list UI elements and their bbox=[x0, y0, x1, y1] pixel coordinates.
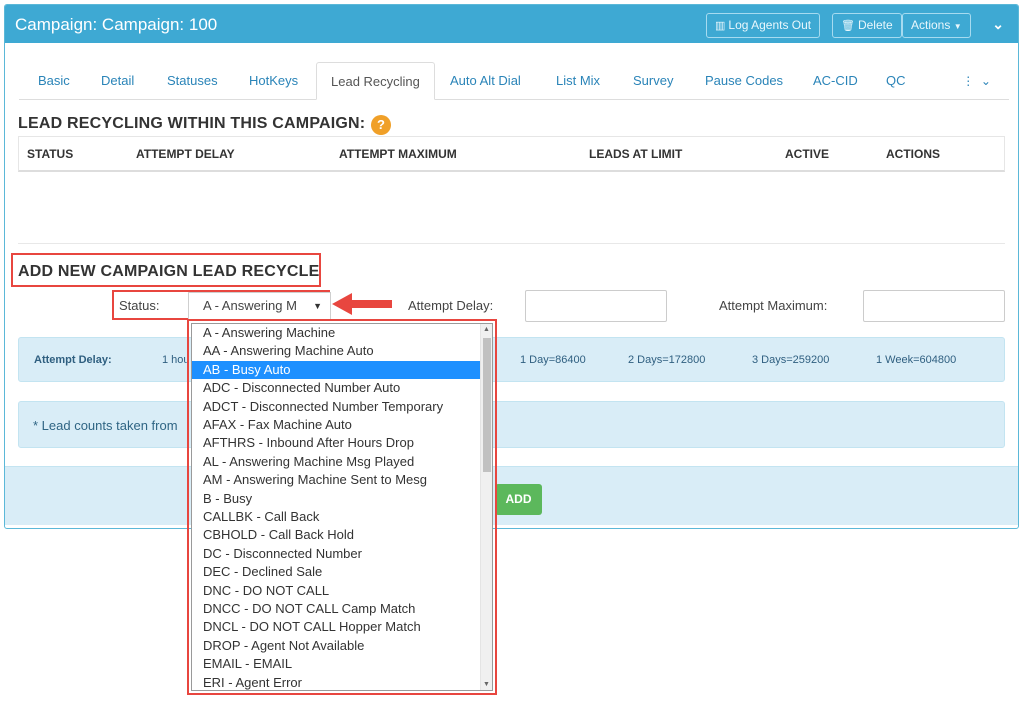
tab-ac-cid[interactable]: AC-CID bbox=[799, 62, 872, 100]
dropdown-option[interactable]: AA - Answering Machine Auto bbox=[192, 342, 480, 360]
tab-qc[interactable]: QC bbox=[872, 62, 920, 100]
col-actions: ACTIONS bbox=[886, 147, 940, 161]
lead-count-note: * Lead counts taken from bbox=[18, 401, 1005, 448]
lead-recycling-table: STATUS ATTEMPT DELAY ATTEMPT MAXIMUM LEA… bbox=[18, 136, 1005, 172]
section-add-recycle-title: ADD NEW CAMPAIGN LEAD RECYCLE bbox=[18, 263, 320, 280]
attempt-delay-info: Attempt Delay: 1 hou 1 Day=86400 2 Days=… bbox=[18, 337, 1005, 382]
dropdown-option[interactable]: EMAIL - EMAIL bbox=[192, 655, 480, 673]
dropdown-option[interactable]: B - Busy bbox=[192, 490, 480, 508]
dropdown-option[interactable]: ADC - Disconnected Number Auto bbox=[192, 379, 480, 397]
dropdown-option[interactable]: AFTHRS - Inbound After Hours Drop bbox=[192, 434, 480, 452]
col-attempt-maximum: ATTEMPT MAXIMUM bbox=[339, 147, 457, 161]
attempt-maximum-label: Attempt Maximum: bbox=[719, 298, 828, 313]
info-partial: 1 hou bbox=[162, 354, 190, 366]
dropdown-option[interactable]: ADCT - Disconnected Number Temporary bbox=[192, 398, 480, 416]
dropdown-option[interactable]: DNC - DO NOT CALL bbox=[192, 582, 480, 600]
dropdown-option[interactable]: CALLBK - Call Back bbox=[192, 508, 480, 526]
info-option: 1 Week=604800 bbox=[876, 354, 957, 366]
col-status: STATUS bbox=[27, 147, 74, 161]
info-option: 1 Day=86400 bbox=[520, 354, 586, 366]
dropdown-option[interactable]: ERI - Agent Error bbox=[192, 674, 480, 690]
tab-hotkeys[interactable]: HotKeys bbox=[235, 62, 312, 100]
tab-statuses[interactable]: Statuses bbox=[153, 62, 232, 100]
dropdown-option[interactable]: DROP - Agent Not Available bbox=[192, 637, 480, 655]
status-dropdown-list[interactable]: A - Answering Machine AA - Answering Mac… bbox=[191, 323, 493, 691]
status-label: Status: bbox=[119, 298, 160, 313]
section-lead-recycling-title: LEAD RECYCLING WITHIN THIS CAMPAIGN: bbox=[18, 115, 366, 132]
info-label: Attempt Delay: bbox=[34, 354, 112, 366]
dropdown-option[interactable]: DNCL - DO NOT CALL Hopper Match bbox=[192, 618, 480, 636]
status-select[interactable]: A - Answering M ▼ bbox=[188, 292, 331, 320]
add-button[interactable]: ADD bbox=[495, 484, 542, 515]
trash-icon: 🗑 bbox=[841, 20, 855, 32]
bar-chart-icon: ▥ bbox=[715, 20, 726, 32]
actions-dropdown-button[interactable]: Actions ▼ bbox=[902, 13, 971, 38]
divider bbox=[18, 243, 1005, 244]
dropdown-option[interactable]: AM - Answering Machine Sent to Mesg bbox=[192, 471, 480, 489]
tab-basic[interactable]: Basic bbox=[24, 62, 84, 100]
attempt-delay-label: Attempt Delay: bbox=[408, 298, 494, 313]
select-arrow-icon: ▼ bbox=[313, 301, 322, 311]
red-arrow-annotation bbox=[332, 293, 392, 315]
dropdown-option[interactable]: AL - Answering Machine Msg Played bbox=[192, 453, 480, 471]
note-text: * Lead counts taken from bbox=[33, 418, 178, 433]
col-attempt-delay: ATTEMPT DELAY bbox=[136, 147, 235, 161]
log-agents-out-button[interactable]: ▥ Log Agents Out bbox=[706, 13, 821, 38]
form-footer: ADD bbox=[5, 466, 1018, 525]
caret-down-icon: ▼ bbox=[953, 22, 962, 31]
dropdown-option[interactable]: AFAX - Fax Machine Auto bbox=[192, 416, 480, 434]
tab-survey[interactable]: Survey bbox=[619, 62, 687, 100]
info-option: 2 Days=172800 bbox=[628, 354, 706, 366]
attempt-maximum-input[interactable] bbox=[863, 290, 1005, 322]
scroll-up-icon[interactable]: ▲ bbox=[483, 326, 490, 333]
dropdown-option-selected[interactable]: AB - Busy Auto bbox=[192, 360, 480, 380]
col-active: ACTIVE bbox=[785, 147, 830, 161]
tab-auto-alt-dial[interactable]: Auto Alt Dial bbox=[436, 62, 535, 100]
col-leads-at-limit: LEADS AT LIMIT bbox=[589, 147, 683, 161]
chevron-down-icon[interactable]: ⌄ bbox=[992, 16, 1004, 33]
scroll-down-icon[interactable]: ▼ bbox=[483, 681, 490, 688]
dropdown-option[interactable]: CBHOLD - Call Back Hold bbox=[192, 526, 480, 544]
page-title: Campaign: Campaign: 100 bbox=[15, 15, 218, 34]
tab-detail[interactable]: Detail bbox=[87, 62, 148, 100]
tab-bar: Basic Detail Statuses HotKeys Lead Recyc… bbox=[19, 62, 1009, 100]
dropdown-option[interactable]: DEC - Declined Sale bbox=[192, 563, 480, 581]
more-tabs-icon[interactable]: ⋮ ⌄ bbox=[962, 62, 991, 100]
dropdown-option[interactable]: A - Answering Machine bbox=[192, 324, 480, 342]
panel-header: Campaign: Campaign: 100 ▥ Log Agents Out … bbox=[5, 5, 1018, 43]
scrollbar-thumb[interactable] bbox=[483, 338, 491, 472]
dropdown-option[interactable]: DNCC - DO NOT CALL Camp Match bbox=[192, 600, 480, 618]
tab-lead-recycling[interactable]: Lead Recycling bbox=[316, 62, 435, 100]
help-icon[interactable]: ? bbox=[371, 115, 391, 135]
tab-pause-codes[interactable]: Pause Codes bbox=[691, 62, 797, 100]
attempt-delay-input[interactable] bbox=[525, 290, 667, 322]
dropdown-scrollbar[interactable]: ▲ ▼ bbox=[480, 324, 492, 690]
dropdown-option[interactable]: DC - Disconnected Number bbox=[192, 545, 480, 563]
delete-button[interactable]: 🗑 Delete bbox=[832, 13, 902, 38]
info-option: 3 Days=259200 bbox=[752, 354, 830, 366]
tab-list-mix[interactable]: List Mix bbox=[542, 62, 614, 100]
